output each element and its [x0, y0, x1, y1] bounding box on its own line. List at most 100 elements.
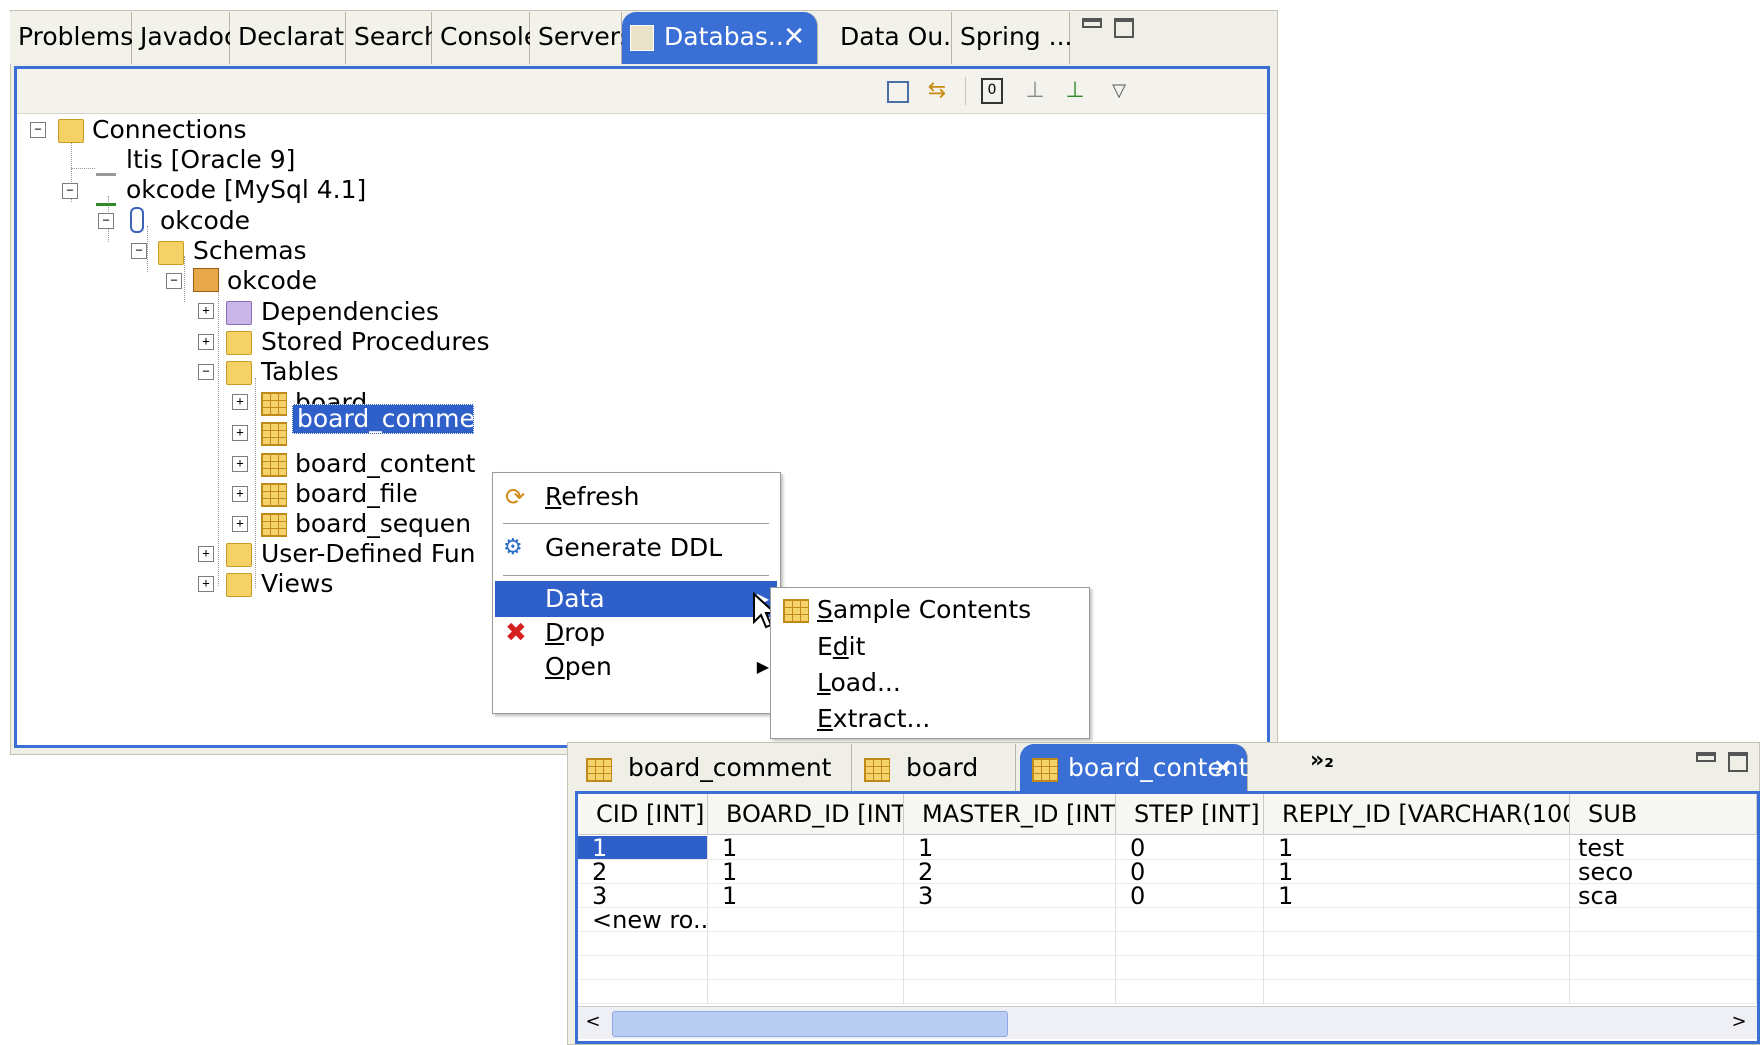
table-cell[interactable] [1570, 932, 1757, 956]
table-cell[interactable] [1570, 956, 1757, 980]
table-cell[interactable]: 1 [578, 836, 708, 860]
menu-item-load[interactable]: Load... [773, 665, 1087, 701]
table-cell[interactable]: 0 [1116, 884, 1264, 908]
expand-toggle[interactable]: + [198, 546, 214, 562]
table-cell[interactable] [578, 980, 708, 1004]
table-cell[interactable]: 1 [1264, 884, 1570, 908]
tab-declaration[interactable]: Declarat... [230, 12, 368, 64]
tree-node-table-board-file[interactable]: board_file [295, 478, 418, 510]
table-cell[interactable]: 1 [1264, 860, 1570, 884]
table-cell[interactable] [1116, 932, 1264, 956]
table-cell[interactable]: seco [1570, 860, 1757, 884]
scroll-left-icon[interactable]: < [582, 1011, 604, 1033]
expand-toggle[interactable]: + [198, 303, 214, 319]
maximize-icon[interactable] [1728, 752, 1748, 772]
tab-javadoc[interactable]: Javadoc [132, 12, 238, 64]
tab-console[interactable]: Console [432, 12, 539, 64]
table-cell[interactable] [578, 932, 708, 956]
column-header-reply-id[interactable]: REPLY_ID [VARCHAR(100)] [1264, 794, 1570, 834]
table-cell[interactable]: 2 [904, 860, 1116, 884]
tree-node-ltis[interactable]: ltis [Oracle 9] [126, 144, 295, 176]
new-connection-icon[interactable]: 0 [981, 78, 1003, 104]
horizontal-scrollbar[interactable]: < > [578, 1006, 1757, 1039]
tab-board-comment[interactable]: board_comment [574, 744, 852, 794]
collapse-toggle[interactable]: − [198, 364, 214, 380]
expand-toggle[interactable]: + [232, 486, 248, 502]
tab-board[interactable]: board [852, 744, 1016, 794]
table-cell[interactable]: 1 [708, 836, 904, 860]
table-cell[interactable]: 1 [904, 836, 1116, 860]
collapse-toggle[interactable]: − [166, 273, 182, 289]
tab-search[interactable]: Search [346, 12, 440, 64]
table-cell[interactable]: 1 [708, 884, 904, 908]
tree-node-connections[interactable]: Connections [92, 114, 246, 146]
table-cell[interactable]: 1 [708, 860, 904, 884]
table-cell[interactable]: 0 [1116, 836, 1264, 860]
tree-node-table-board-comment[interactable]: board_comment [292, 404, 474, 434]
tab-problems[interactable]: Problems [10, 12, 133, 64]
table-cell[interactable]: 3 [904, 884, 1116, 908]
tree-node-tables[interactable]: Tables [261, 356, 339, 388]
table-cell[interactable] [1264, 932, 1570, 956]
tab-overflow-indicator[interactable]: »₂ [1310, 748, 1334, 773]
table-cell[interactable] [904, 908, 1116, 932]
menu-item-extract[interactable]: Extract... [773, 701, 1087, 737]
expand-toggle[interactable]: + [232, 456, 248, 472]
table-cell[interactable] [708, 980, 904, 1004]
table-cell[interactable]: 0 [1116, 860, 1264, 884]
tab-servers[interactable]: Servers [530, 12, 633, 64]
close-icon[interactable]: ✕ [1213, 744, 1233, 792]
table-cell[interactable] [904, 980, 1116, 1004]
expand-toggle[interactable]: + [232, 394, 248, 410]
scroll-right-icon[interactable]: > [1728, 1011, 1750, 1033]
tree-node-table-board-sequence[interactable]: board_sequen [295, 508, 471, 540]
minimize-icon[interactable] [1082, 18, 1102, 28]
tree-node-user-defined-functions[interactable]: User-Defined Fun [261, 538, 476, 570]
table-cell[interactable] [1570, 908, 1757, 932]
menu-item-open[interactable]: Open ▶ [495, 649, 777, 685]
tree-node-schemas[interactable]: Schemas [193, 235, 307, 267]
connect-icon[interactable]: ⊥ [1061, 77, 1089, 105]
menu-item-generate-ddl[interactable]: ⚙ Generate DDL [495, 530, 777, 566]
table-cell[interactable] [1264, 956, 1570, 980]
collapse-all-icon[interactable] [887, 81, 909, 103]
table-cell[interactable]: 2 [578, 860, 708, 884]
table-cell[interactable] [708, 956, 904, 980]
tree-node-okcode-connection[interactable]: okcode [MySql 4.1] [126, 174, 366, 206]
menu-item-refresh[interactable]: ⟳ Refresh [495, 479, 777, 515]
maximize-icon[interactable] [1114, 18, 1134, 38]
column-header-cid[interactable]: CID [INT] [578, 794, 708, 834]
column-header-board-id[interactable]: BOARD_ID [INT] [708, 794, 904, 834]
tree-node-stored-procedures[interactable]: Stored Procedures [261, 326, 490, 358]
tab-board-content[interactable]: board_content ✕ [1020, 744, 1248, 794]
table-cell[interactable] [1116, 980, 1264, 1004]
column-header-subject[interactable]: SUB [1570, 794, 1757, 834]
menu-item-edit[interactable]: Edit [773, 629, 1087, 665]
disconnect-icon[interactable]: ⊥ [1021, 77, 1049, 105]
expand-toggle[interactable]: + [232, 425, 248, 441]
column-header-step[interactable]: STEP [INT] [1116, 794, 1264, 834]
menu-item-sample-contents[interactable]: Sample Contents [773, 592, 1087, 628]
tree-node-okcode-database[interactable]: okcode [160, 205, 250, 237]
table-cell[interactable] [578, 956, 708, 980]
collapse-toggle[interactable]: − [30, 122, 46, 138]
table-cell[interactable] [1570, 980, 1757, 1004]
table-cell[interactable] [708, 908, 904, 932]
table-cell[interactable]: sca [1570, 884, 1757, 908]
close-icon[interactable]: ✕ [783, 12, 805, 62]
table-cell[interactable]: test [1570, 836, 1757, 860]
expand-toggle[interactable]: + [232, 516, 248, 532]
tab-spring[interactable]: Spring ... [952, 12, 1072, 64]
tree-node-views[interactable]: Views [261, 568, 333, 600]
table-cell[interactable] [1116, 908, 1264, 932]
tree-node-okcode-schema[interactable]: okcode [227, 265, 317, 297]
table-cell[interactable]: <new ro... [578, 908, 708, 932]
menu-item-drop[interactable]: ✖ Drop [495, 615, 777, 651]
table-cell[interactable] [1116, 956, 1264, 980]
tree-node-dependencies[interactable]: Dependencies [261, 296, 439, 328]
table-cell[interactable] [904, 956, 1116, 980]
tab-data-output[interactable]: Data Ou... [818, 12, 967, 64]
minimize-icon[interactable] [1696, 752, 1716, 762]
table-cell[interactable] [904, 932, 1116, 956]
collapse-toggle[interactable]: − [62, 183, 78, 199]
